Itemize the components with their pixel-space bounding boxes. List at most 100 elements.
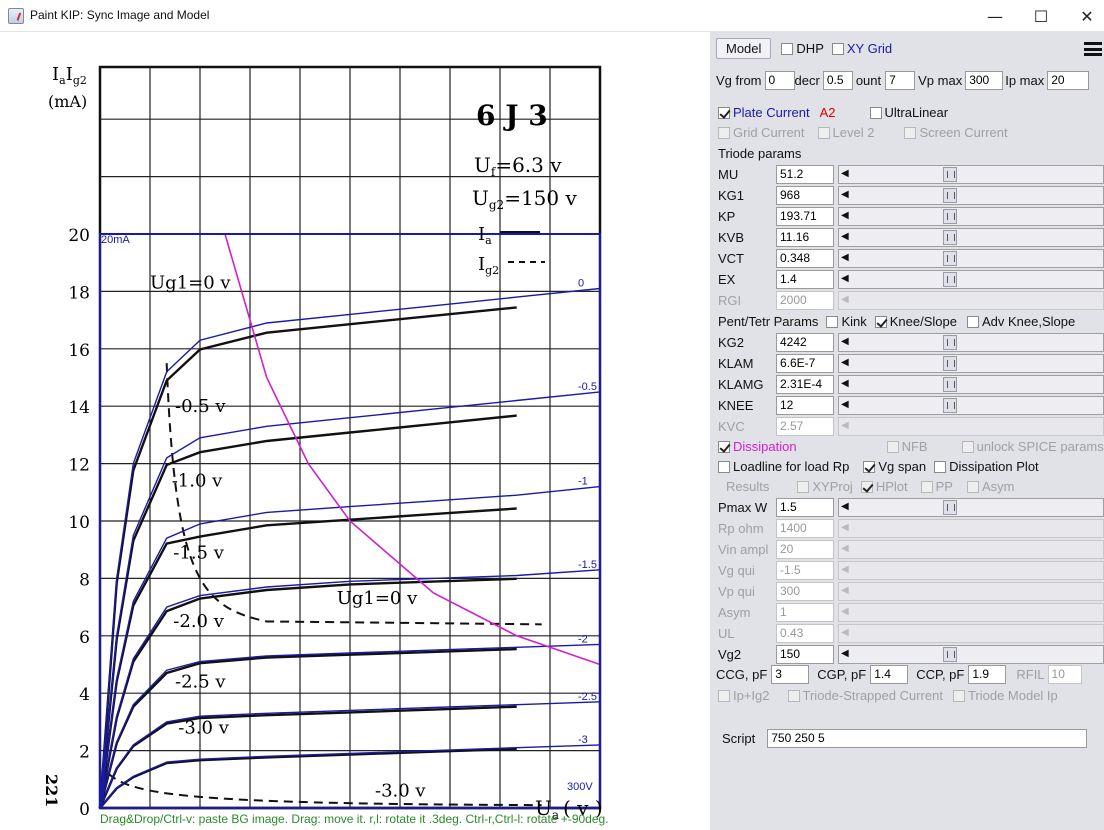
slider-left-arrow-icon[interactable]: ◀ bbox=[841, 543, 849, 554]
slider-thumb[interactable] bbox=[943, 167, 957, 182]
param-input[interactable]: 2000 bbox=[776, 291, 834, 310]
slider-left-arrow-icon[interactable]: ◀ bbox=[841, 336, 849, 347]
slider-left-arrow-icon[interactable]: ◀ bbox=[841, 420, 849, 431]
slider-thumb[interactable] bbox=[943, 647, 957, 662]
slider-left-arrow-icon[interactable]: ◀ bbox=[841, 273, 849, 284]
slider-left-arrow-icon[interactable]: ◀ bbox=[841, 648, 849, 659]
param-slider[interactable]: ◀ bbox=[838, 291, 1104, 310]
slider-left-arrow-icon[interactable]: ◀ bbox=[841, 210, 849, 221]
maximize-button[interactable]: ☐ bbox=[1018, 0, 1064, 32]
xyproj-checkbox[interactable] bbox=[797, 480, 810, 493]
loadline-checkbox[interactable] bbox=[718, 460, 730, 473]
screen-current-checkbox[interactable] bbox=[904, 126, 917, 139]
slider-left-arrow-icon[interactable]: ◀ bbox=[841, 378, 849, 389]
unlock-spice-checkbox[interactable] bbox=[961, 440, 974, 453]
ccp-input[interactable]: 1.9 bbox=[968, 665, 1007, 684]
param-input[interactable]: 193.71 bbox=[776, 207, 834, 226]
slider-left-arrow-icon[interactable]: ◀ bbox=[841, 585, 849, 596]
slider-left-arrow-icon[interactable]: ◀ bbox=[841, 501, 849, 512]
cgp-input[interactable]: 1.4 bbox=[870, 665, 909, 684]
param-slider[interactable]: ◀ bbox=[838, 519, 1104, 538]
slider-thumb[interactable] bbox=[943, 398, 957, 413]
param-slider[interactable]: ◀ bbox=[838, 624, 1104, 643]
dissipation-plot-checkbox[interactable] bbox=[934, 460, 947, 473]
vp-max-input[interactable]: 300 bbox=[965, 71, 1004, 90]
param-slider[interactable]: ◀ bbox=[838, 645, 1104, 664]
slider-thumb[interactable] bbox=[943, 377, 957, 392]
param-input[interactable]: 6.6E-7 bbox=[776, 354, 834, 373]
param-input[interactable]: 0.348 bbox=[776, 249, 834, 268]
slider-left-arrow-icon[interactable]: ◀ bbox=[841, 231, 849, 242]
param-slider[interactable]: ◀ bbox=[838, 540, 1104, 559]
param-slider[interactable]: ◀ bbox=[838, 603, 1104, 622]
param-slider[interactable]: ◀ bbox=[838, 375, 1104, 394]
param-input[interactable]: 4242 bbox=[776, 333, 834, 352]
param-input[interactable]: 1 bbox=[776, 603, 834, 622]
slider-thumb[interactable] bbox=[943, 356, 957, 371]
slider-thumb[interactable] bbox=[943, 188, 957, 203]
decr-input[interactable]: 0.5 bbox=[822, 71, 853, 90]
slider-left-arrow-icon[interactable]: ◀ bbox=[841, 189, 849, 200]
param-slider[interactable]: ◀ bbox=[838, 249, 1104, 268]
param-input[interactable]: 968 bbox=[776, 186, 834, 205]
grid-current-checkbox[interactable] bbox=[718, 126, 730, 139]
slider-left-arrow-icon[interactable]: ◀ bbox=[841, 564, 849, 575]
vg-span-checkbox[interactable] bbox=[863, 460, 876, 473]
param-slider[interactable]: ◀ bbox=[838, 561, 1104, 580]
param-input[interactable]: 1.5 bbox=[776, 498, 834, 517]
slider-thumb[interactable] bbox=[943, 272, 957, 287]
slider-left-arrow-icon[interactable]: ◀ bbox=[841, 357, 849, 368]
param-slider[interactable]: ◀ bbox=[838, 582, 1104, 601]
nfb-checkbox[interactable] bbox=[886, 440, 899, 453]
graph-canvas[interactable]: 6 J 3 Uf=6.3 v Ug2=150 v Ia Ig2 IaIg2 (m… bbox=[0, 32, 710, 830]
dissipation-checkbox[interactable] bbox=[718, 440, 730, 453]
count-input[interactable]: 7 bbox=[885, 71, 916, 90]
param-input[interactable]: 150 bbox=[776, 645, 834, 664]
slider-thumb[interactable] bbox=[943, 209, 957, 224]
asym-checkbox[interactable] bbox=[966, 480, 979, 493]
slider-thumb[interactable] bbox=[943, 335, 957, 350]
slider-left-arrow-icon[interactable]: ◀ bbox=[841, 627, 849, 638]
param-slider[interactable]: ◀ bbox=[838, 186, 1104, 205]
slider-left-arrow-icon[interactable]: ◀ bbox=[841, 168, 849, 179]
pp-checkbox[interactable] bbox=[920, 480, 933, 493]
slider-left-arrow-icon[interactable]: ◀ bbox=[841, 252, 849, 263]
param-input[interactable]: 300 bbox=[776, 582, 834, 601]
slider-thumb[interactable] bbox=[943, 230, 957, 245]
ip-ig2-checkbox[interactable] bbox=[718, 689, 730, 702]
slider-left-arrow-icon[interactable]: ◀ bbox=[841, 399, 849, 410]
param-slider[interactable]: ◀ bbox=[838, 498, 1104, 517]
close-button[interactable]: ✕ bbox=[1064, 0, 1104, 32]
param-input[interactable]: 2.31E-4 bbox=[776, 375, 834, 394]
plate-curves-chart[interactable]: 6 J 3 Uf=6.3 v Ug2=150 v Ia Ig2 IaIg2 (m… bbox=[0, 32, 710, 830]
ultralinear-checkbox[interactable] bbox=[869, 106, 882, 119]
param-input[interactable]: 20 bbox=[776, 540, 834, 559]
triode-model-ip-checkbox[interactable] bbox=[952, 689, 965, 702]
param-input[interactable]: 1400 bbox=[776, 519, 834, 538]
adv-knee-checkbox[interactable] bbox=[966, 315, 979, 328]
param-slider[interactable]: ◀ bbox=[838, 396, 1104, 415]
slider-left-arrow-icon[interactable]: ◀ bbox=[841, 294, 849, 305]
param-slider[interactable]: ◀ bbox=[838, 165, 1104, 184]
dhp-checkbox[interactable] bbox=[781, 42, 794, 55]
xy-grid-checkbox[interactable] bbox=[831, 42, 844, 55]
kink-checkbox[interactable] bbox=[826, 315, 839, 328]
vg-from-input[interactable]: 0 bbox=[764, 71, 795, 90]
param-slider[interactable]: ◀ bbox=[838, 333, 1104, 352]
level2-checkbox[interactable] bbox=[817, 126, 830, 139]
triode-strapped-checkbox[interactable] bbox=[787, 689, 800, 702]
script-input[interactable]: 750 250 5 bbox=[767, 729, 1088, 748]
param-input[interactable]: -1.5 bbox=[776, 561, 834, 580]
slider-thumb[interactable] bbox=[943, 500, 957, 515]
plate-current-checkbox[interactable] bbox=[718, 106, 730, 119]
ip-max-input[interactable]: 20 bbox=[1047, 71, 1090, 90]
param-input[interactable]: 1.4 bbox=[776, 270, 834, 289]
ccg-input[interactable]: 3 bbox=[771, 665, 810, 684]
param-slider[interactable]: ◀ bbox=[838, 270, 1104, 289]
hamburger-menu-icon[interactable] bbox=[1084, 42, 1102, 56]
param-input[interactable]: 12 bbox=[776, 396, 834, 415]
param-input[interactable]: 0.43 bbox=[776, 624, 834, 643]
model-button[interactable]: Model bbox=[716, 38, 772, 59]
minimize-button[interactable]: — bbox=[972, 0, 1018, 32]
param-input[interactable]: 51.2 bbox=[776, 165, 834, 184]
